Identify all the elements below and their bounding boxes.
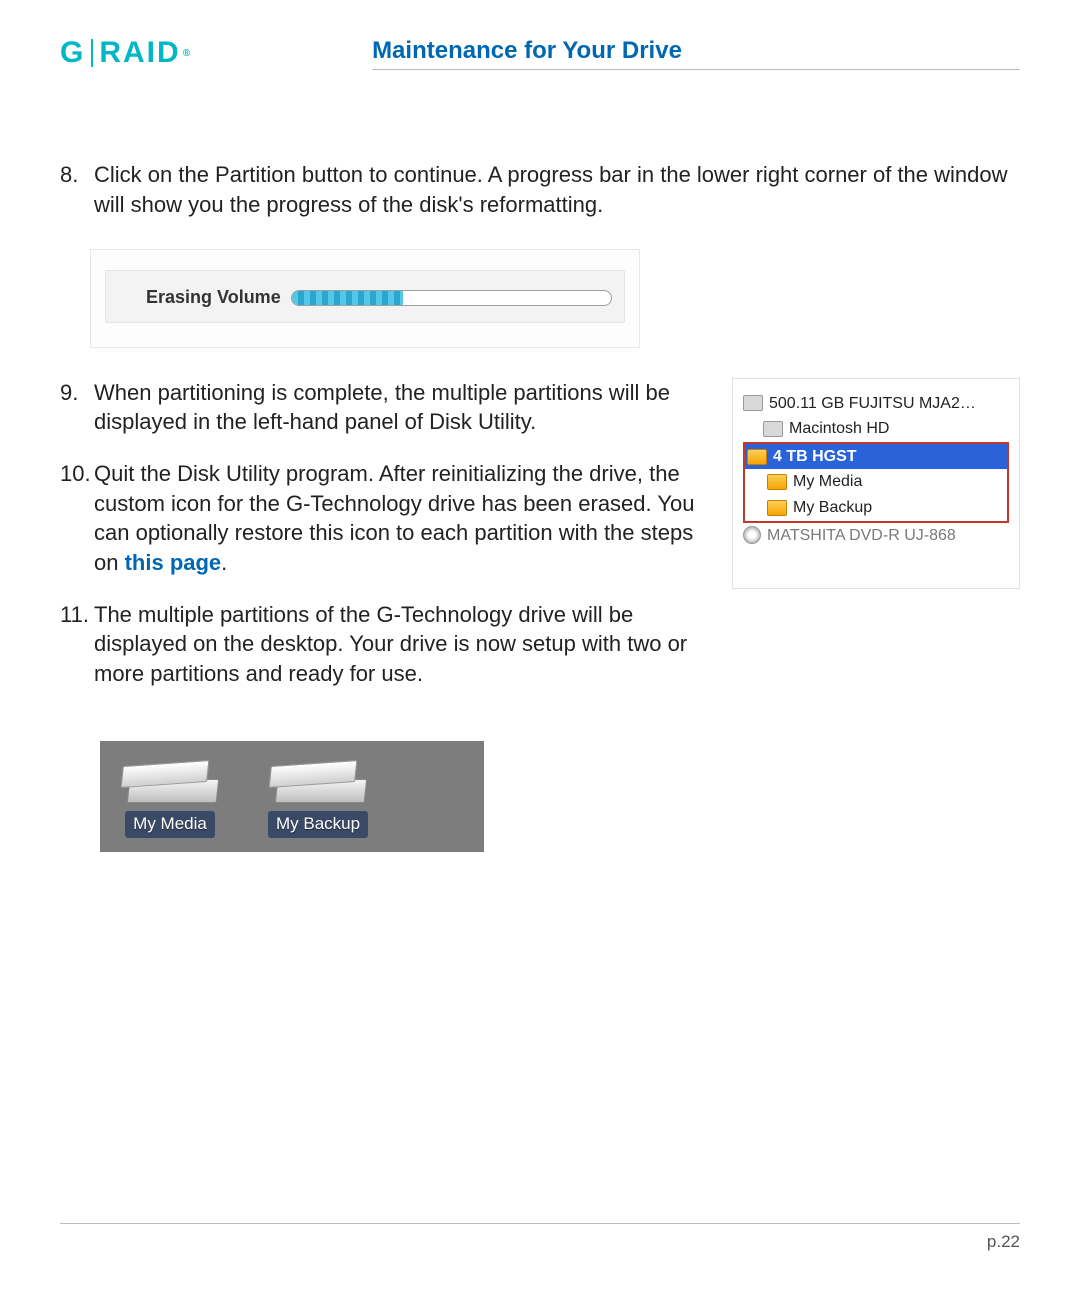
disk-item-fujitsu[interactable]: 500.11 GB FUJITSU MJA2… [741, 391, 1011, 417]
external-disk-icon [767, 500, 787, 516]
highlighted-group: 4 TB HGST My Media My Backup [743, 442, 1009, 523]
logo-raid: RAID [99, 36, 180, 70]
desktop-icons-screenshot: My Media My Backup [100, 741, 484, 852]
disk-item-my-media[interactable]: My Media [745, 469, 1007, 495]
disk-label: 500.11 GB FUJITSU MJA2… [769, 393, 976, 415]
erase-progress-bar-row: Erasing Volume [105, 270, 625, 322]
brand-logo: G RAID ® [60, 36, 192, 70]
logo-g: G [60, 36, 91, 70]
drive-label: My Backup [268, 811, 368, 838]
step-number: 8. [60, 160, 94, 219]
step-text: Click on the Partition button to continu… [94, 160, 1020, 219]
step-text: The multiple partitions of the G-Technol… [94, 600, 698, 689]
content: 8. Click on the Partition button to cont… [60, 160, 1020, 852]
step-9: 9. When partitioning is complete, the mu… [60, 378, 698, 437]
disk-item-macintosh-hd[interactable]: Macintosh HD [741, 416, 1011, 442]
step-8: 8. Click on the Partition button to cont… [60, 160, 1020, 219]
page-header: G RAID ® Maintenance for Your Drive [60, 36, 1020, 70]
external-disk-icon [747, 449, 767, 465]
section-title-wrap: Maintenance for Your Drive [372, 37, 1020, 70]
disk-utility-panel: 500.11 GB FUJITSU MJA2… Macintosh HD 4 T… [732, 378, 1020, 590]
progress-fill [292, 291, 404, 305]
disk-label: 4 TB HGST [773, 446, 857, 468]
erase-label: Erasing Volume [146, 285, 281, 309]
drive-icon [122, 759, 218, 803]
step-number: 11. [60, 600, 94, 689]
disk-item-hgst-selected[interactable]: 4 TB HGST [745, 444, 1007, 470]
drive-icon [270, 759, 366, 803]
step-number: 9. [60, 378, 94, 437]
page-number: p.22 [987, 1232, 1020, 1251]
progress-bar [291, 290, 612, 306]
steps-and-panel-row: 9. When partitioning is complete, the mu… [60, 378, 1020, 711]
this-page-link[interactable]: this page [125, 550, 222, 575]
disk-item-my-backup[interactable]: My Backup [745, 495, 1007, 521]
external-disk-icon [767, 474, 787, 490]
step-text: Quit the Disk Utility program. After rei… [94, 459, 698, 578]
optical-disc-icon [743, 526, 761, 544]
disk-label: My Media [793, 471, 862, 493]
desktop-drive-my-media[interactable]: My Media [122, 759, 218, 838]
page-footer: p.22 [60, 1223, 1020, 1252]
step-10: 10. Quit the Disk Utility program. After… [60, 459, 698, 578]
internal-disk-icon [743, 395, 763, 411]
section-title: Maintenance for Your Drive [372, 37, 682, 64]
drive-label: My Media [125, 811, 215, 838]
internal-disk-icon [763, 421, 783, 437]
disk-label: MATSHITA DVD-R UJ-868 [767, 525, 956, 547]
step-11: 11. The multiple partitions of the G-Tec… [60, 600, 698, 689]
logo-divider [91, 39, 93, 67]
step-number: 10. [60, 459, 94, 578]
disk-label: Macintosh HD [789, 418, 889, 440]
disk-item-dvd[interactable]: MATSHITA DVD-R UJ-868 [741, 523, 1011, 549]
desktop-drive-my-backup[interactable]: My Backup [268, 759, 368, 838]
logo-registered: ® [183, 48, 192, 59]
step-text: When partitioning is complete, the multi… [94, 378, 698, 437]
step-10-text-b: . [221, 550, 227, 575]
disk-label: My Backup [793, 497, 872, 519]
erase-progress-screenshot: Erasing Volume [90, 249, 640, 347]
